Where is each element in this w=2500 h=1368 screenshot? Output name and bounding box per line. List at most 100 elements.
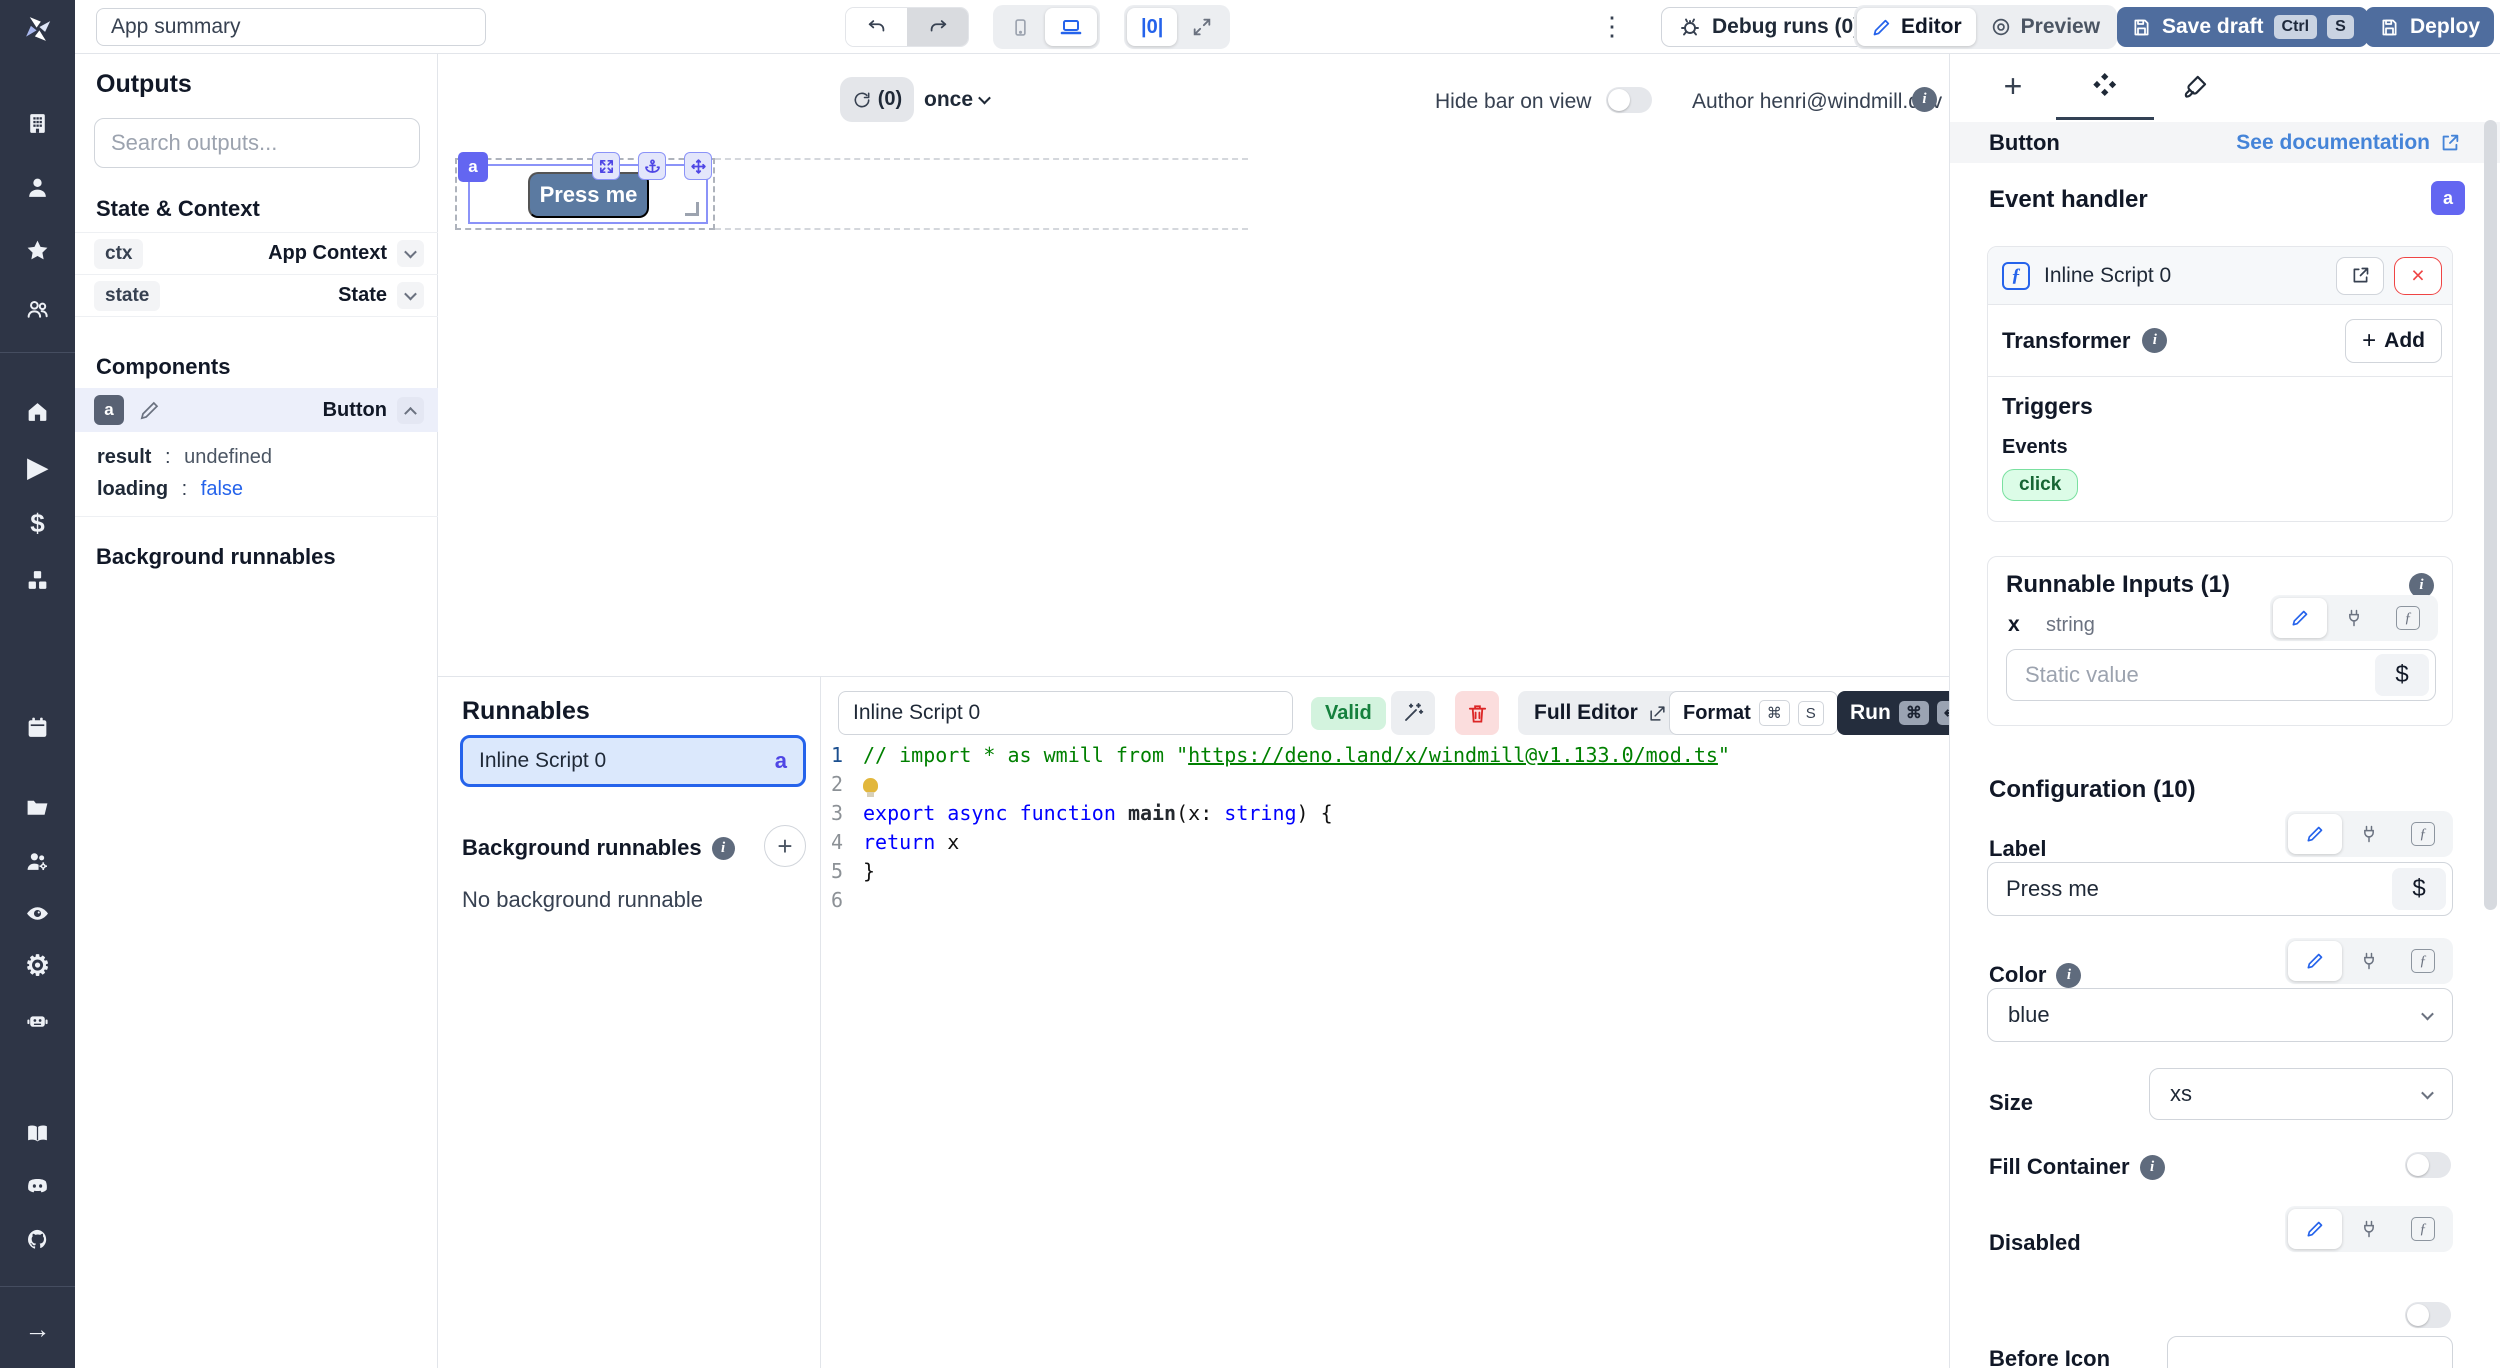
connect-mode-button[interactable] [2342, 814, 2396, 854]
sidebar-item-docs[interactable] [0, 1110, 75, 1156]
code-line[interactable]: 6 [821, 886, 1949, 915]
preview-tab[interactable]: Preview [1976, 8, 2114, 46]
move-handle[interactable] [684, 152, 712, 180]
redo-button[interactable] [907, 8, 968, 46]
script-name-input[interactable] [838, 691, 1293, 735]
sidebar-item-groups[interactable] [0, 286, 75, 332]
color-select[interactable]: blue [1987, 988, 2453, 1042]
size-select[interactable]: xs [2149, 1068, 2453, 1120]
anchor-handle[interactable] [638, 152, 666, 180]
deploy-button[interactable]: Deploy [2365, 7, 2494, 47]
info-icon[interactable]: i [712, 837, 735, 860]
static-mode-button[interactable] [2288, 941, 2342, 981]
sidebar-item-workers[interactable] [0, 838, 75, 884]
sidebar-item-home[interactable] [0, 388, 75, 434]
component-collapse-button[interactable] [397, 397, 424, 424]
code-line[interactable]: 4 return x [821, 828, 1949, 857]
sidebar-item-user[interactable] [0, 164, 75, 210]
sidebar-item-runs[interactable]: ▶ [0, 444, 75, 490]
tab-insert-component[interactable]: + [1991, 64, 2035, 108]
connect-mode-button[interactable] [2342, 941, 2396, 981]
expand-canvas-button[interactable] [1177, 8, 1227, 46]
delete-script-button[interactable] [1455, 691, 1499, 735]
expand-handle[interactable] [592, 152, 620, 180]
eval-mode-button[interactable]: ƒ [2396, 814, 2450, 854]
attached-script-row[interactable]: ƒ Inline Script 0 × [1988, 247, 2452, 305]
schedule-select[interactable]: once [924, 88, 973, 112]
full-editor-button[interactable]: Full Editor [1518, 691, 1683, 735]
add-transformer-button[interactable]: + Add [2345, 319, 2442, 363]
info-icon[interactable]: i [2140, 1155, 2165, 1180]
sidebar-item-favorites[interactable] [0, 227, 75, 273]
tab-component-settings[interactable] [2082, 64, 2126, 108]
component-row-button-a[interactable]: a Button [75, 388, 438, 432]
sidebar-item-resources[interactable] [0, 557, 75, 603]
undo-button[interactable] [846, 8, 907, 46]
windmill-logo[interactable] [0, 8, 75, 50]
app-summary-input[interactable] [96, 8, 486, 46]
connect-mode-button[interactable] [2327, 598, 2381, 638]
output-row-ctx[interactable]: ctx App Context [75, 232, 438, 274]
edit-pencil-icon[interactable] [138, 399, 161, 422]
eval-mode-button[interactable]: ƒ [2396, 941, 2450, 981]
mobile-view-button[interactable] [996, 8, 1045, 46]
static-mode-button[interactable] [2288, 814, 2342, 854]
code-editor[interactable]: 1// import * as wmill from "https://deno… [821, 741, 1949, 1368]
sidebar-collapse-button[interactable]: → [0, 1306, 75, 1352]
static-value-input[interactable] [2025, 662, 2375, 688]
editor-tab[interactable]: Editor [1857, 8, 1976, 46]
code-line[interactable]: 3export async function main(x: string) { [821, 799, 1949, 828]
search-outputs-input[interactable] [94, 118, 420, 168]
info-icon[interactable]: i [1912, 87, 1937, 112]
state-expand-button[interactable] [397, 282, 424, 309]
label-value-input[interactable] [2006, 876, 2392, 902]
ctx-expand-button[interactable] [397, 240, 424, 267]
lightbulb-icon[interactable] [863, 778, 878, 793]
sidebar-item-schedules[interactable] [0, 704, 75, 750]
canvas-button-component[interactable]: Press me [528, 172, 649, 218]
fill-container-toggle[interactable] [2405, 1152, 2451, 1178]
save-draft-button[interactable]: Save draft Ctrl S [2117, 7, 2368, 47]
open-script-button[interactable] [2336, 257, 2384, 295]
add-background-runnable-button[interactable]: + [764, 825, 806, 867]
sidebar-item-workspace[interactable] [0, 100, 75, 146]
sidebar-item-audit-logs[interactable] [0, 890, 75, 936]
code-line[interactable]: 2 [821, 770, 1949, 799]
static-mode-button[interactable] [2288, 1209, 2342, 1249]
sidebar-item-ai[interactable] [0, 997, 75, 1043]
center-align-button[interactable]: |0| [1127, 8, 1177, 46]
desktop-view-button[interactable] [1045, 8, 1097, 46]
see-documentation-link[interactable]: See documentation [2236, 131, 2461, 155]
sidebar-item-folders[interactable] [0, 784, 75, 830]
dollar-template-button[interactable]: $ [2375, 654, 2429, 696]
tab-styling[interactable] [2173, 64, 2217, 108]
panel-scrollbar[interactable] [2484, 120, 2497, 910]
code-line[interactable]: 5} [821, 857, 1949, 886]
detach-script-button[interactable]: × [2394, 257, 2442, 295]
sidebar-item-discord[interactable] [0, 1162, 75, 1208]
code-line[interactable]: 1// import * as wmill from "https://deno… [821, 741, 1949, 770]
connect-mode-button[interactable] [2342, 1209, 2396, 1249]
ai-assistant-button[interactable] [1391, 691, 1435, 735]
eval-mode-button[interactable]: ƒ [2396, 1209, 2450, 1249]
info-icon[interactable]: i [2056, 963, 2081, 988]
runnable-item-inline-script-0[interactable]: Inline Script 0 a [460, 735, 806, 787]
info-icon[interactable]: i [2142, 328, 2167, 353]
sidebar-item-variables[interactable]: $ [0, 500, 75, 546]
dollar-template-button[interactable]: $ [2392, 868, 2446, 910]
chevron-down-icon[interactable] [978, 92, 991, 105]
disabled-toggle[interactable] [2405, 1302, 2451, 1328]
info-icon[interactable]: i [2409, 573, 2434, 598]
debug-runs-button[interactable]: Debug runs (0) [1661, 7, 1877, 47]
output-row-state[interactable]: state State [75, 274, 438, 316]
more-menu-button[interactable]: ⋮ [1599, 13, 1625, 39]
sidebar-item-settings[interactable]: ⚙ [0, 943, 75, 989]
sidebar-item-github[interactable] [0, 1216, 75, 1262]
eval-mode-button[interactable]: ƒ [2381, 598, 2435, 638]
refresh-runs-button[interactable]: (0) [840, 77, 914, 122]
static-mode-button[interactable] [2273, 598, 2327, 638]
format-button[interactable]: Format ⌘ S [1669, 691, 1838, 735]
hide-bar-toggle[interactable] [1606, 87, 1652, 113]
before-icon-input[interactable] [2167, 1336, 2453, 1368]
resize-handle[interactable] [685, 202, 699, 216]
